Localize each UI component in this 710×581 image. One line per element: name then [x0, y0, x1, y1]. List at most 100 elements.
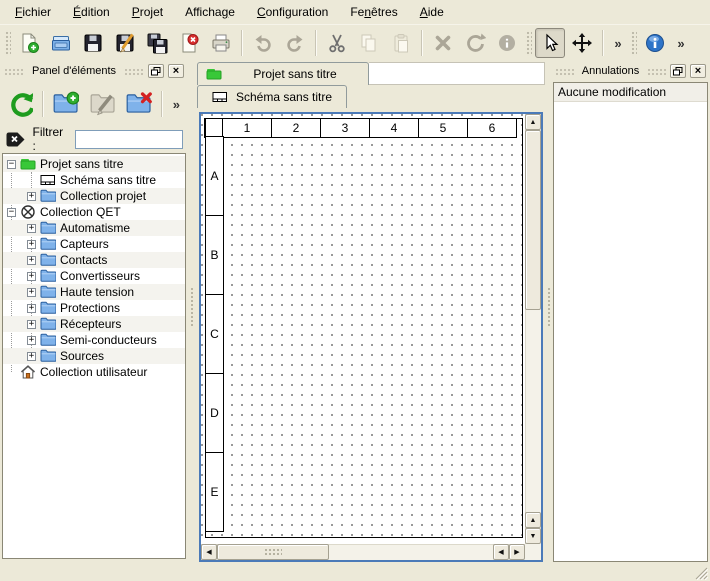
tree-item[interactable]: +Protections — [3, 300, 185, 316]
diagram-info-button[interactable] — [640, 28, 670, 58]
save-as-button[interactable] — [110, 28, 140, 58]
tree-expander[interactable]: + — [27, 320, 36, 329]
tree-item[interactable]: +Récepteurs — [3, 316, 185, 332]
schema-icon — [40, 172, 56, 188]
menu-fichier[interactable]: Fichier — [6, 1, 60, 23]
vertical-scroll-thumb[interactable] — [525, 130, 541, 310]
delete-category-button[interactable] — [123, 87, 155, 121]
edit-category-icon — [90, 91, 116, 117]
save-button[interactable] — [78, 28, 108, 58]
scroll-right-button[interactable]: ▶ — [509, 544, 525, 560]
toolbar-drag-handle[interactable] — [4, 30, 11, 56]
tree-expander[interactable]: + — [27, 192, 36, 201]
move-tool-button[interactable] — [567, 28, 597, 58]
vertical-scrollbar[interactable]: ▲ ▲ ▼ — [525, 114, 541, 544]
tree-expander[interactable]: + — [27, 240, 36, 249]
frame-column-label: 4 — [369, 118, 419, 138]
rotate-selection-icon — [464, 32, 486, 54]
tree-item[interactable]: +Collection projet — [3, 188, 185, 204]
save-icon — [82, 32, 104, 54]
folder-icon — [40, 252, 56, 268]
toolbar-overflow-chevron[interactable]: » — [169, 97, 184, 112]
tree-item[interactable]: + Semi-conducteurs — [3, 332, 185, 348]
scroll-up-button[interactable]: ▲ — [525, 114, 541, 130]
tree-item[interactable]: −Collection QET — [3, 204, 185, 220]
toolbar-overflow-chevron[interactable]: » — [610, 36, 626, 51]
tree-item[interactable]: Schéma sans titre — [3, 172, 185, 188]
float-panel-button[interactable] — [670, 64, 686, 78]
menu-projet[interactable]: Projet — [123, 1, 172, 23]
horizontal-scrollbar[interactable]: ◀ ◀ ▶ — [201, 544, 525, 560]
tree-expander[interactable]: + — [27, 272, 36, 281]
new-category-button[interactable] — [50, 87, 82, 121]
folder-icon — [40, 268, 56, 284]
tree-expander[interactable]: + — [27, 336, 36, 345]
tree-expander[interactable]: − — [7, 208, 16, 217]
paste-button — [386, 28, 416, 58]
tree-item[interactable]: +Sources — [3, 348, 185, 364]
print-button[interactable] — [206, 28, 236, 58]
save-all-button[interactable] — [142, 28, 172, 58]
filter-input[interactable] — [75, 130, 183, 149]
left-splitter[interactable] — [186, 62, 197, 562]
menu-edition[interactable]: Édition — [64, 1, 119, 23]
tree-item-label: Collection utilisateur — [40, 365, 147, 379]
undo-history-item[interactable]: Aucune modification — [554, 83, 707, 102]
new-file-button[interactable] — [14, 28, 44, 58]
horizontal-scroll-thumb[interactable] — [217, 544, 329, 560]
tab-projet-sans-titre[interactable]: Projet sans titre — [197, 62, 369, 85]
undo-panel-titlebar[interactable]: Annulations × — [553, 62, 708, 80]
menu-fenetres[interactable]: Fenêtres — [341, 1, 406, 23]
scroll-left-button[interactable]: ◀ — [201, 544, 217, 560]
menu-aide[interactable]: Aide — [411, 1, 453, 23]
tree-item[interactable]: +Contacts — [3, 252, 185, 268]
close-panel-button[interactable]: × — [168, 64, 184, 78]
scroll-left-button-2[interactable]: ◀ — [493, 544, 509, 560]
main-toolbar: »» — [0, 24, 710, 61]
folder-icon — [40, 284, 56, 300]
tree-item[interactable]: +Haute tension — [3, 284, 185, 300]
elements-panel-titlebar[interactable]: Panel d'éléments × — [2, 62, 186, 80]
scroll-down-button[interactable]: ▼ — [525, 528, 541, 544]
diagram-canvas[interactable]: 123456 ABCDE — [201, 114, 525, 544]
tree-item-label: Semi-conducteurs — [60, 333, 157, 347]
clear-filter-button[interactable] — [5, 130, 27, 148]
tree-expander[interactable]: + — [27, 224, 36, 233]
tree-item[interactable]: Collection utilisateur — [3, 364, 185, 380]
folder-icon — [40, 220, 56, 236]
float-panel-button[interactable] — [148, 64, 164, 78]
tree-expander[interactable]: + — [27, 304, 36, 313]
scroll-up-button-2[interactable]: ▲ — [525, 512, 541, 528]
open-file-button[interactable] — [46, 28, 76, 58]
element-collections-tree[interactable]: −Projet sans titreSchéma sans titre+Coll… — [2, 153, 186, 559]
toolbar-separator — [315, 30, 317, 56]
folder-icon — [40, 300, 56, 316]
tree-item-label: Convertisseurs — [60, 269, 140, 283]
tree-item[interactable]: +Automatisme — [3, 220, 185, 236]
select-tool-button[interactable] — [535, 28, 565, 58]
tree-expander[interactable]: + — [27, 352, 36, 361]
tree-item[interactable]: +Capteurs — [3, 236, 185, 252]
toolbar-drag-handle[interactable] — [525, 30, 532, 56]
project-folder-icon — [20, 156, 36, 172]
toolbar-drag-handle[interactable] — [630, 30, 637, 56]
tree-expander[interactable]: + — [27, 288, 36, 297]
close-panel-button[interactable]: × — [690, 64, 706, 78]
tree-item[interactable]: + Convertisseurs — [3, 268, 185, 284]
tree-expander[interactable]: − — [7, 160, 16, 169]
folder-icon — [40, 188, 56, 204]
status-bar — [0, 565, 710, 581]
close-file-button[interactable] — [174, 28, 204, 58]
toolbar-overflow-chevron[interactable]: » — [673, 36, 689, 51]
close-icon: × — [695, 66, 701, 77]
reload-collections-button[interactable] — [4, 87, 36, 121]
undo-icon — [252, 32, 274, 54]
undo-history-list[interactable]: Aucune modification — [553, 82, 708, 562]
resize-grip[interactable] — [695, 567, 708, 580]
tab-schema-sans-titre[interactable]: Schéma sans titre — [197, 85, 347, 108]
right-splitter[interactable] — [545, 62, 553, 562]
tree-expander[interactable]: + — [27, 256, 36, 265]
menu-configuration[interactable]: Configuration — [248, 1, 337, 23]
tree-item[interactable]: −Projet sans titre — [3, 156, 185, 172]
menu-affichage[interactable]: Affichage — [176, 1, 244, 23]
